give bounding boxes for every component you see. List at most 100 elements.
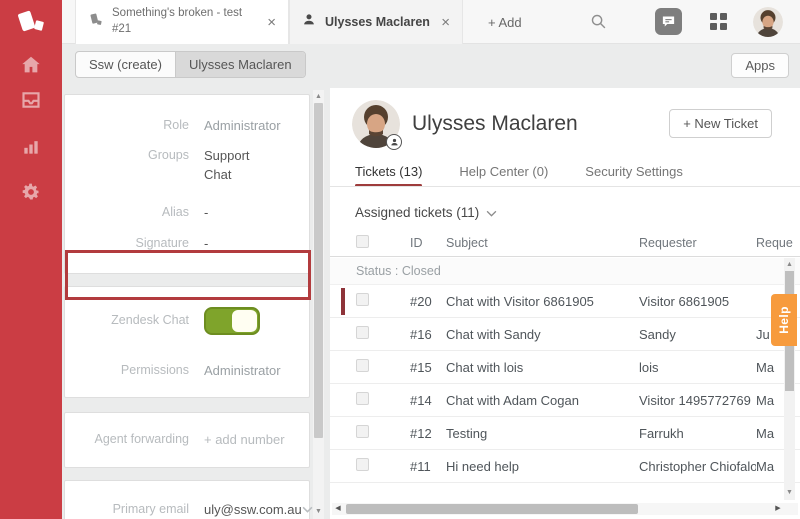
user-tab-label: Ulysses Maclaren: [325, 15, 430, 29]
table-horizontal-scrollbar[interactable]: ◀ ▶: [332, 503, 798, 515]
add-tab-button[interactable]: + Add: [488, 0, 522, 44]
ticket-id[interactable]: #11: [410, 459, 446, 474]
zendesk-logo-icon: [0, 12, 62, 30]
add-number-link[interactable]: + add number: [204, 430, 285, 450]
scroll-right-arrow-icon[interactable]: ▶: [772, 503, 784, 515]
status-group-row: Status : Closed: [330, 258, 800, 285]
row-checkbox[interactable]: [356, 425, 369, 438]
ticket-tab[interactable]: Something's broken - test #21 ×: [75, 0, 289, 44]
ticket-subject[interactable]: Chat with Adam Cogan: [446, 393, 639, 408]
ticket-id[interactable]: #16: [410, 327, 446, 342]
user-tab[interactable]: Ulysses Maclaren ×: [289, 0, 463, 44]
chevron-down-icon: [486, 205, 497, 220]
groups-label: Groups: [65, 146, 189, 185]
ticket-id[interactable]: #12: [410, 426, 446, 441]
ticket-rows: #20 Chat with Visitor 6861905 Visitor 68…: [330, 285, 800, 483]
chevron-down-icon[interactable]: [302, 500, 313, 518]
views-icon[interactable]: [0, 90, 62, 110]
tabs-divider: [330, 186, 800, 187]
scroll-down-arrow-icon[interactable]: ▼: [313, 506, 324, 518]
row-checkbox[interactable]: [356, 359, 369, 372]
left-panel-scrollbar[interactable]: ▲ ▼: [313, 90, 324, 519]
table-row[interactable]: #15 Chat with lois lois Ma: [330, 351, 800, 384]
contact-card: Primary email uly@ssw.com.au Phone +6141…: [64, 480, 310, 519]
breadcrumb-item-ssw[interactable]: Ssw (create): [76, 52, 175, 77]
scroll-up-arrow-icon[interactable]: ▲: [784, 259, 795, 271]
profile-card: Role Administrator Groups Support Chat A…: [64, 94, 310, 274]
ticket-subject[interactable]: Hi need help: [446, 459, 639, 474]
breadcrumb: Ssw (create) Ulysses Maclaren: [75, 51, 306, 78]
person-icon: [302, 13, 316, 32]
chat-widget-icon[interactable]: [655, 8, 682, 35]
signature-label: Signature: [65, 234, 189, 254]
row-checkbox[interactable]: [356, 392, 369, 405]
user-type-badge-icon: [386, 134, 402, 150]
scrollbar-thumb[interactable]: [346, 504, 638, 514]
ticket-subject[interactable]: Chat with Visitor 6861905: [446, 294, 639, 309]
agent-forwarding-card: Agent forwarding + add number: [64, 412, 310, 468]
column-id[interactable]: ID: [410, 236, 446, 250]
column-requester[interactable]: Requester: [639, 236, 756, 250]
column-requested[interactable]: Reque: [756, 236, 800, 250]
page-title: Ulysses Maclaren: [412, 112, 578, 136]
help-tab-button[interactable]: Help: [771, 294, 797, 346]
signature-value[interactable]: -: [204, 234, 208, 254]
ticket-requester: Sandy: [639, 327, 756, 342]
ticket-id[interactable]: #14: [410, 393, 446, 408]
close-icon[interactable]: ×: [267, 15, 276, 30]
ticket-subject[interactable]: Chat with Sandy: [446, 327, 639, 342]
ticket-subject[interactable]: Chat with lois: [446, 360, 639, 375]
select-all-checkbox[interactable]: [356, 235, 369, 248]
scroll-up-arrow-icon[interactable]: ▲: [313, 91, 324, 103]
apps-grid-icon[interactable]: [710, 13, 727, 30]
role-value: Administrator: [204, 116, 281, 136]
reports-icon[interactable]: [0, 137, 62, 157]
ticket-requester: Visitor 6861905: [639, 294, 756, 309]
home-icon[interactable]: [0, 54, 62, 76]
ticket-requester: Christopher Chiofalo: [639, 459, 756, 474]
user-profile-panel: Role Administrator Groups Support Chat A…: [62, 88, 330, 519]
ticket-subject[interactable]: Testing: [446, 426, 639, 441]
apps-button[interactable]: Apps: [731, 53, 789, 78]
ticket-tab-label: Something's broken - test #21: [112, 6, 254, 37]
user-avatar[interactable]: [753, 7, 783, 37]
ticket-requester: lois: [639, 360, 756, 375]
table-row[interactable]: #14 Chat with Adam Cogan Visitor 1495772…: [330, 384, 800, 417]
primary-email-label: Primary email: [65, 500, 189, 519]
zendesk-chat-label: Zendesk Chat: [65, 311, 189, 330]
ticket-id[interactable]: #20: [410, 294, 446, 309]
row-checkbox[interactable]: [356, 326, 369, 339]
new-ticket-button[interactable]: + New Ticket: [669, 109, 772, 138]
ticket-id[interactable]: #15: [410, 360, 446, 375]
top-tab-bar: Something's broken - test #21 × Ulysses …: [62, 0, 800, 44]
chat-permissions-card: Zendesk Chat Permissions Administrator: [64, 286, 310, 399]
agent-forwarding-label: Agent forwarding: [65, 430, 189, 450]
zendesk-chat-toggle[interactable]: [204, 307, 260, 335]
row-highlight-marker: [341, 288, 345, 315]
scrollbar-thumb[interactable]: [314, 103, 323, 438]
scroll-left-arrow-icon[interactable]: ◀: [332, 503, 344, 515]
table-header: ID Subject Requester Reque: [330, 229, 800, 257]
row-checkbox[interactable]: [356, 458, 369, 471]
alias-value[interactable]: -: [204, 203, 208, 223]
role-label: Role: [65, 116, 189, 136]
settings-gear-icon[interactable]: [0, 182, 62, 202]
close-icon[interactable]: ×: [441, 15, 450, 30]
search-icon[interactable]: [590, 13, 607, 35]
alias-label: Alias: [65, 203, 189, 223]
table-row[interactable]: #12 Testing Farrukh Ma: [330, 417, 800, 450]
table-row[interactable]: #16 Chat with Sandy Sandy Ju: [330, 318, 800, 351]
ticket-tab-icon: [88, 12, 104, 33]
column-subject[interactable]: Subject: [446, 236, 639, 250]
breadcrumb-item-user[interactable]: Ulysses Maclaren: [175, 52, 305, 77]
assigned-tickets-heading[interactable]: Assigned tickets (11): [355, 205, 497, 220]
primary-email-value[interactable]: uly@ssw.com.au: [204, 500, 302, 519]
user-detail-panel: Ulysses Maclaren + New Ticket Tickets (1…: [330, 88, 800, 519]
scroll-down-arrow-icon[interactable]: ▼: [784, 487, 795, 499]
row-checkbox[interactable]: [356, 293, 369, 306]
app-sidebar: [0, 0, 62, 519]
ticket-requester: Visitor 1495772769: [639, 393, 756, 408]
table-row[interactable]: #20 Chat with Visitor 6861905 Visitor 68…: [330, 285, 800, 318]
permissions-value: Administrator: [204, 361, 281, 381]
table-row[interactable]: #11 Hi need help Christopher Chiofalo Ma: [330, 450, 800, 483]
